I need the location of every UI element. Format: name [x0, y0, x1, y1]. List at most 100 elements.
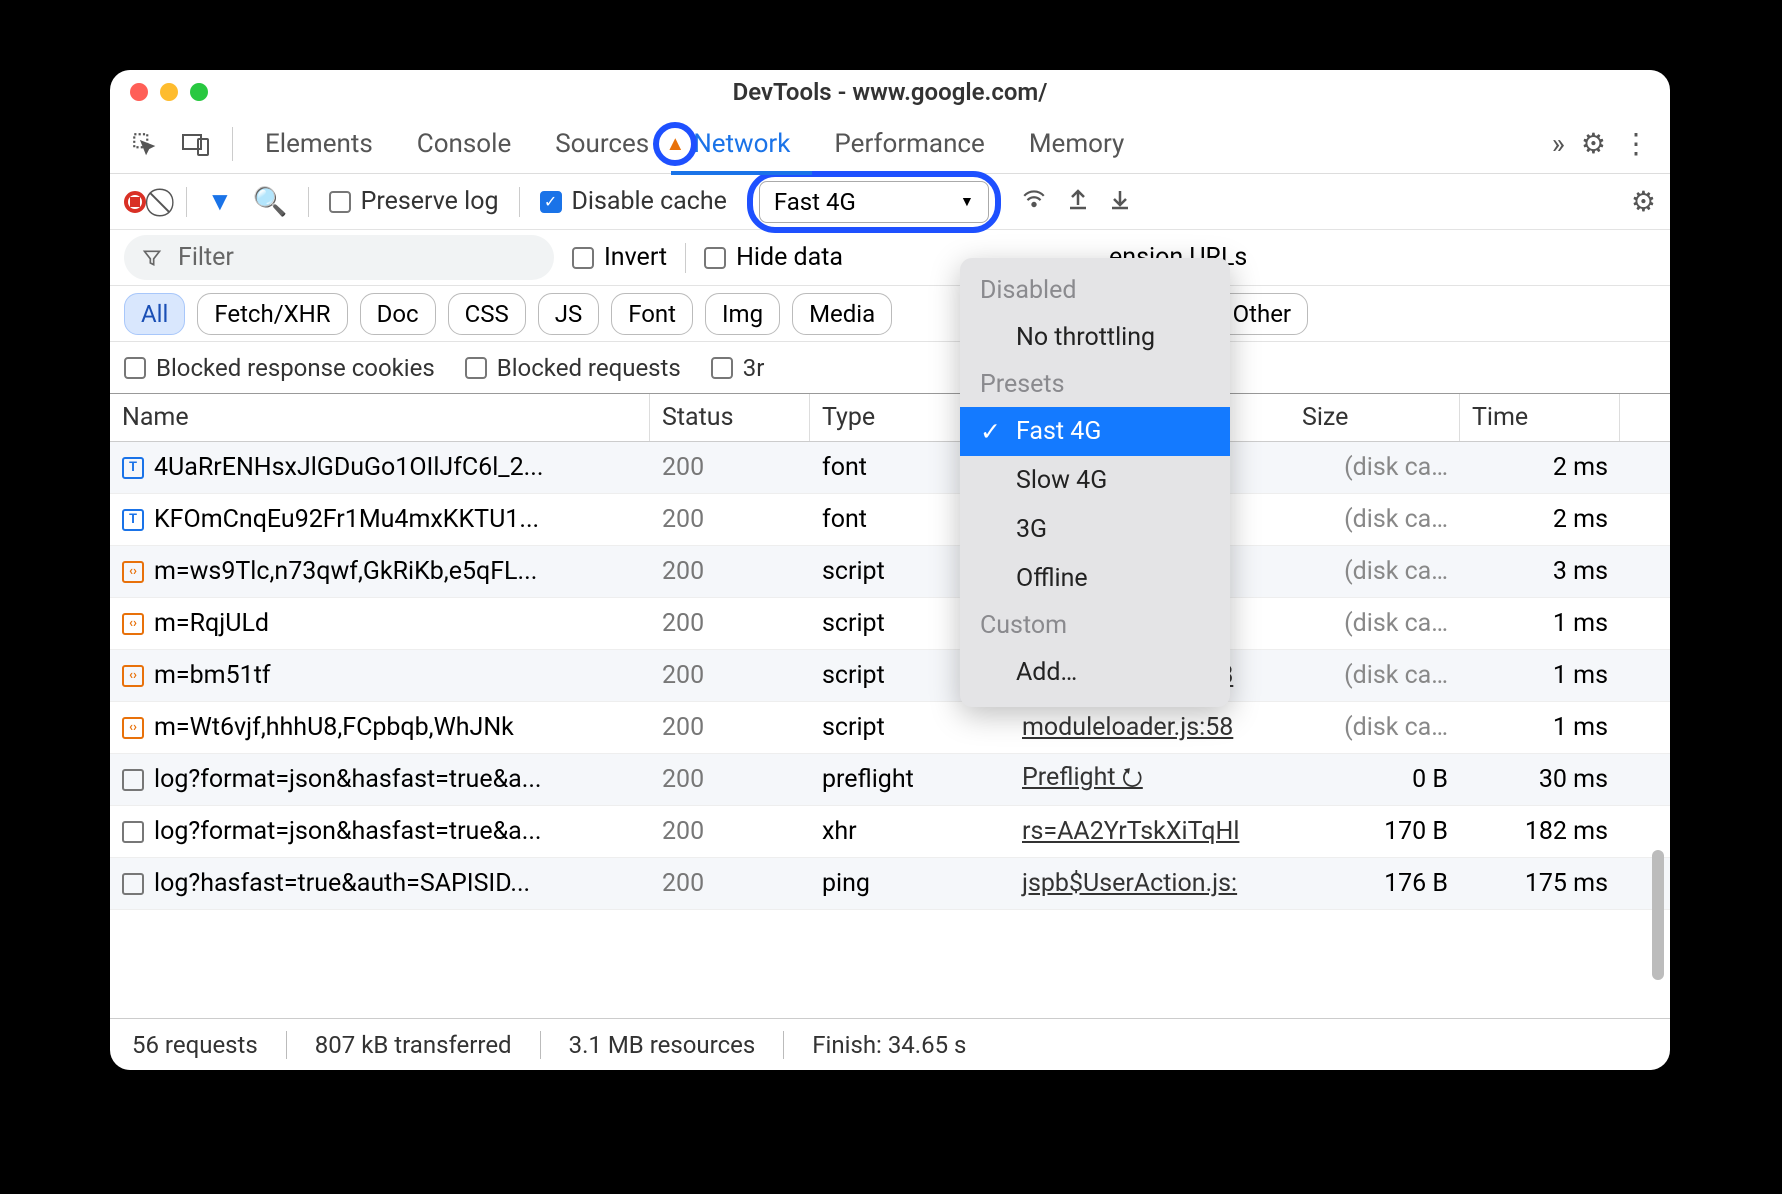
col-status[interactable]: Status: [650, 394, 810, 441]
vertical-scrollbar[interactable]: [1652, 500, 1664, 990]
tab-console[interactable]: Console: [395, 114, 533, 174]
col-time[interactable]: Time: [1460, 394, 1620, 441]
dropdown-group-disabled: Disabled: [960, 268, 1230, 313]
tab-performance[interactable]: Performance: [812, 114, 1006, 174]
tabs-overflow[interactable]: »: [1552, 127, 1565, 160]
request-size: 170 B: [1290, 817, 1460, 846]
col-size[interactable]: Size: [1290, 394, 1460, 441]
throttle-option-none[interactable]: No throttling: [960, 313, 1230, 362]
request-size: (disk ca…: [1290, 453, 1460, 482]
throttle-option-offline[interactable]: Offline: [960, 554, 1230, 603]
filter-row: Filter Invert Hide data ension URLs: [110, 230, 1670, 286]
divider: [308, 187, 309, 217]
third-party-checkbox-tail[interactable]: 3r: [711, 354, 765, 382]
invert-checkbox[interactable]: Invert: [572, 243, 667, 272]
request-name: m=bm51tf: [154, 661, 271, 690]
kebab-menu-icon[interactable]: ⋮: [1622, 127, 1650, 160]
blocked-requests-checkbox[interactable]: Blocked requests: [465, 354, 681, 382]
network-table-body: T4UaRrENHsxJlGDuGo1OIlJfC6l_2...200fontn…: [110, 442, 1670, 910]
blocked-response-cookies-checkbox[interactable]: Blocked response cookies: [124, 354, 435, 382]
filter-input[interactable]: Filter: [124, 235, 554, 280]
request-status: 200: [650, 453, 810, 482]
request-type: xhr: [810, 817, 1010, 846]
device-toggle-icon[interactable]: [176, 124, 216, 164]
divider: [685, 243, 686, 273]
request-name: m=Wt6vjf,hhhU8,FCpbqb,WhJNk: [154, 713, 514, 742]
table-row[interactable]: log?hasfast=true&auth=SAPISID...200pingj…: [110, 858, 1670, 910]
hide-data-urls-checkbox[interactable]: Hide data: [704, 243, 843, 272]
request-size: (disk ca…: [1290, 661, 1460, 690]
request-name: KFOmCnqEu92Fr1Mu4mxKKTU1...: [154, 505, 539, 534]
table-row[interactable]: log?format=json&hasfast=true&a...200xhrr…: [110, 806, 1670, 858]
chip-doc[interactable]: Doc: [360, 293, 436, 335]
request-name: m=RqjULd: [154, 609, 269, 638]
script-icon: ‹›: [122, 717, 144, 739]
chip-font[interactable]: Font: [611, 293, 693, 335]
tab-network[interactable]: ▲ Network: [671, 114, 812, 174]
filter-toggle-icon[interactable]: ▼: [207, 186, 233, 217]
request-status: 200: [650, 869, 810, 898]
request-initiator[interactable]: Preflight ⭮: [1010, 758, 1290, 801]
table-row[interactable]: ‹›m=ws9Tlc,n73qwf,GkRiKb,e5qFL...200scri…: [110, 546, 1670, 598]
request-size: 0 B: [1290, 765, 1460, 794]
import-har-icon[interactable]: [1109, 185, 1131, 218]
tab-sources[interactable]: Sources: [533, 114, 671, 174]
request-status: 200: [650, 713, 810, 742]
network-conditions-icon[interactable]: [1021, 185, 1047, 218]
throttle-option-fast4g[interactable]: Fast 4G: [960, 407, 1230, 456]
table-row[interactable]: T4UaRrENHsxJlGDuGo1OIlJfC6l_2...200fontn…: [110, 442, 1670, 494]
throttle-option-slow4g[interactable]: Slow 4G: [960, 456, 1230, 505]
request-initiator[interactable]: moduleloader.js:58: [1010, 713, 1290, 742]
warning-icon: ▲: [665, 131, 685, 156]
throttle-option-add[interactable]: Add…: [960, 648, 1230, 697]
disable-cache-checkbox[interactable]: ✓Disable cache: [540, 187, 727, 216]
request-initiator[interactable]: rs=AA2YrTskXiTqHl: [1010, 817, 1290, 846]
table-row[interactable]: log?format=json&hasfast=true&a... 200pref…: [110, 754, 1670, 806]
request-type: preflight: [810, 765, 1010, 794]
resource-type-chips: All Fetch/XHR Doc CSS JS Font Img Media …: [110, 286, 1670, 342]
chip-css[interactable]: CSS: [448, 293, 526, 335]
panel-settings-icon[interactable]: ⚙: [1631, 185, 1656, 218]
request-time: 1 ms: [1460, 713, 1620, 742]
request-name: log?format=json&hasfast=true&a...: [154, 817, 542, 846]
table-row[interactable]: TKFOmCnqEu92Fr1Mu4mxKKTU1...200fontn3:(d…: [110, 494, 1670, 546]
devtools-window: DevTools - www.google.com/ Elements Cons…: [110, 70, 1670, 1070]
request-size: (disk ca…: [1290, 609, 1460, 638]
status-resources: 3.1 MB resources: [569, 1031, 756, 1059]
table-row[interactable]: ‹›m=bm51tf200scriptmoduleloader.js:58(di…: [110, 650, 1670, 702]
window-title: DevTools - www.google.com/: [110, 78, 1670, 106]
preserve-log-checkbox[interactable]: Preserve log: [329, 187, 499, 216]
throttle-dropdown: Disabled No throttling Presets Fast 4G S…: [960, 258, 1230, 707]
table-row[interactable]: ‹›m=Wt6vjf,hhhU8,FCpbqb,WhJNk200scriptmo…: [110, 702, 1670, 754]
request-status: 200: [650, 765, 810, 794]
request-name: log?format=json&hasfast=true&a...: [154, 765, 542, 794]
settings-icon[interactable]: ⚙: [1581, 127, 1606, 160]
chip-fetch-xhr[interactable]: Fetch/XHR: [197, 293, 347, 335]
export-har-icon[interactable]: [1067, 185, 1089, 218]
tab-elements[interactable]: Elements: [243, 114, 395, 174]
chip-media[interactable]: Media: [792, 293, 892, 335]
search-icon[interactable]: 🔍: [253, 185, 288, 218]
inspect-icon[interactable]: [124, 124, 164, 164]
request-time: 3 ms: [1460, 557, 1620, 586]
col-name[interactable]: Name: [110, 394, 650, 441]
request-status: 200: [650, 557, 810, 586]
record-button[interactable]: [124, 191, 146, 213]
throttle-option-3g[interactable]: 3G: [960, 505, 1230, 554]
request-name: m=ws9Tlc,n73qwf,GkRiKb,e5qFL...: [154, 557, 537, 586]
divider: [232, 127, 233, 161]
doc-icon: [122, 873, 144, 895]
chip-js[interactable]: JS: [538, 293, 600, 335]
divider: [186, 187, 187, 217]
request-initiator[interactable]: jspb$UserAction.js:: [1010, 869, 1290, 898]
throttle-select[interactable]: Fast 4G▼: [759, 181, 989, 223]
script-icon: ‹›: [122, 561, 144, 583]
request-time: 1 ms: [1460, 661, 1620, 690]
chip-img[interactable]: Img: [705, 293, 780, 335]
extra-checks-row: Blocked response cookies Blocked request…: [110, 342, 1670, 394]
table-row[interactable]: ‹›m=RqjULd200script58(disk ca…1 ms: [110, 598, 1670, 650]
network-toolbar: ⃠ ▼ 🔍 Preserve log ✓Disable cache Fast 4…: [110, 174, 1670, 230]
tab-memory[interactable]: Memory: [1007, 114, 1146, 174]
chip-all[interactable]: All: [124, 293, 185, 335]
script-icon: ‹›: [122, 613, 144, 635]
